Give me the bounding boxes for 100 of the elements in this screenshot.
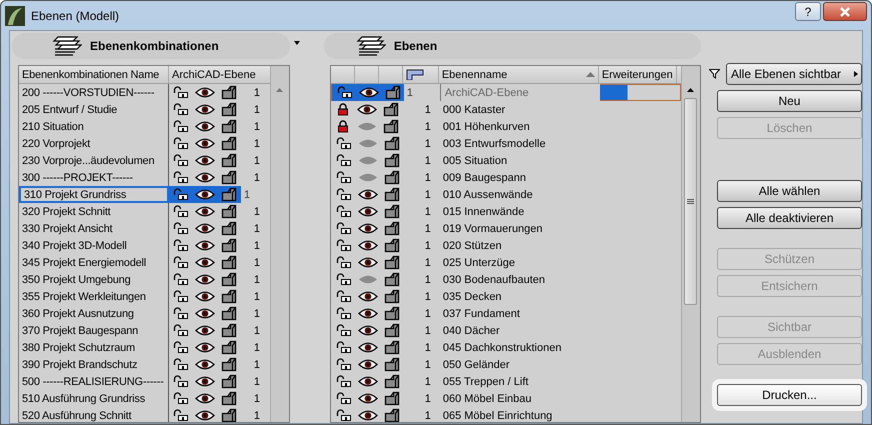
- eye-icon[interactable]: [195, 376, 215, 387]
- eye-icon[interactable]: [195, 308, 215, 319]
- layer-row[interactable]: 1 010 Aussenwände: [330, 186, 681, 203]
- open-padlock-icon[interactable]: [173, 154, 189, 167]
- eye-icon[interactable]: [358, 376, 378, 387]
- eye-icon[interactable]: [195, 172, 215, 183]
- help-button[interactable]: ?: [795, 2, 821, 21]
- layer-box-icon[interactable]: [383, 102, 400, 117]
- layer-row[interactable]: 1 003 Entwurfsmodelle: [330, 135, 681, 152]
- eye-icon[interactable]: [195, 121, 215, 132]
- eye-icon[interactable]: [358, 240, 378, 251]
- layer-box-icon[interactable]: [221, 119, 237, 134]
- open-padlock-icon[interactable]: [336, 341, 352, 354]
- layer-box-icon[interactable]: [221, 204, 237, 219]
- open-padlock-icon[interactable]: [173, 307, 189, 320]
- open-padlock-icon[interactable]: [336, 375, 352, 388]
- eye-icon[interactable]: [195, 393, 215, 404]
- layer-box-icon[interactable]: [384, 391, 400, 406]
- layer-box-icon[interactable]: [384, 204, 400, 219]
- eye-icon[interactable]: [195, 223, 215, 234]
- eye-icon[interactable]: [195, 342, 215, 353]
- open-padlock-icon[interactable]: [173, 120, 189, 133]
- open-padlock-icon[interactable]: [336, 222, 352, 235]
- combination-row[interactable]: 220 Vorprojekt 1: [19, 135, 270, 152]
- layer-box-icon[interactable]: [384, 238, 400, 253]
- layer-box-icon[interactable]: [383, 119, 400, 134]
- layer-row[interactable]: 1 009 Baugespann: [330, 169, 681, 186]
- layer-row[interactable]: 1 065 Möbel Einrichtung: [330, 407, 681, 422]
- layer-row[interactable]: 1 ArchiCAD-Ebene: [330, 84, 681, 101]
- combination-row[interactable]: 360 Projekt Ausnutzung 1: [19, 305, 270, 322]
- open-padlock-icon[interactable]: [173, 358, 189, 371]
- open-padlock-icon[interactable]: [336, 239, 352, 252]
- layer-row[interactable]: 1 025 Unterzüge: [330, 254, 681, 271]
- eye-icon[interactable]: [356, 104, 377, 115]
- column-header[interactable]: Erweiterungen: [598, 66, 677, 83]
- eye-icon[interactable]: [358, 325, 378, 336]
- layer-box-icon[interactable]: [384, 187, 400, 202]
- open-padlock-icon[interactable]: [173, 341, 189, 354]
- action-button[interactable]: Neu: [716, 90, 862, 112]
- combination-row[interactable]: 350 Projekt Umgebung 1: [19, 271, 270, 288]
- open-padlock-icon[interactable]: [173, 103, 189, 116]
- layer-box-icon[interactable]: [221, 340, 237, 355]
- open-padlock-icon[interactable]: [173, 273, 189, 286]
- eye-icon[interactable]: [358, 359, 378, 370]
- scroll-up-icon[interactable]: [687, 88, 694, 92]
- combination-row[interactable]: 230 Vorproje...äudevolumen 1: [19, 152, 270, 169]
- eye-icon[interactable]: [358, 87, 379, 98]
- eye-icon[interactable]: [358, 223, 378, 234]
- layer-box-icon[interactable]: [221, 357, 237, 372]
- open-padlock-icon[interactable]: [173, 409, 189, 422]
- eye-icon[interactable]: [195, 155, 215, 166]
- layer-box-icon[interactable]: [221, 323, 237, 338]
- open-padlock-icon[interactable]: [173, 239, 189, 252]
- action-button[interactable]: Alle wählen: [716, 180, 862, 202]
- combination-row[interactable]: 390 Projekt Brandschutz 1: [19, 356, 270, 373]
- open-padlock-icon[interactable]: [336, 273, 352, 286]
- open-padlock-icon[interactable]: [336, 307, 352, 320]
- filter-dropdown[interactable]: Alle Ebenen sichtbar: [726, 63, 862, 85]
- open-padlock-icon[interactable]: [173, 86, 189, 99]
- layer-box-icon[interactable]: [221, 170, 237, 185]
- layer-box-icon[interactable]: [221, 221, 237, 236]
- layer-box-icon[interactable]: [384, 272, 400, 287]
- layer-box-icon[interactable]: [221, 272, 237, 287]
- open-padlock-icon[interactable]: [173, 205, 189, 218]
- layer-box-icon[interactable]: [384, 255, 400, 270]
- eye-icon[interactable]: [195, 206, 215, 217]
- layer-box-icon[interactable]: [384, 153, 400, 168]
- layer-row[interactable]: 1 035 Decken: [330, 288, 681, 305]
- combination-row[interactable]: 520 Ausführung Schnitt 1: [19, 407, 270, 422]
- open-padlock-icon[interactable]: [336, 86, 353, 99]
- scrollbar-thumb[interactable]: [684, 98, 698, 305]
- action-button[interactable]: Alle deaktivieren: [716, 207, 862, 229]
- layer-row[interactable]: 1 019 Vormauerungen: [330, 220, 681, 237]
- combination-row[interactable]: 370 Projekt Baugespann 1: [19, 322, 270, 339]
- eye-icon[interactable]: [358, 189, 378, 200]
- layer-row[interactable]: 1 060 Möbel Einbau: [330, 390, 681, 407]
- layer-box-icon[interactable]: [384, 340, 400, 355]
- layer-box-icon[interactable]: [384, 306, 400, 321]
- combination-row[interactable]: 320 Projekt Schnitt 1: [19, 203, 270, 220]
- layer-box-icon[interactable]: [384, 85, 401, 100]
- combination-row[interactable]: 210 Situation 1: [19, 118, 270, 135]
- open-padlock-icon[interactable]: [173, 188, 189, 201]
- open-padlock-icon[interactable]: [173, 290, 189, 303]
- open-padlock-icon[interactable]: [173, 137, 189, 150]
- column-header[interactable]: Ebenenkombinationen Name: [19, 66, 169, 83]
- layer-box-icon[interactable]: [221, 391, 237, 406]
- layer-box-icon[interactable]: [221, 289, 237, 304]
- open-padlock-icon[interactable]: [336, 205, 352, 218]
- eye-icon[interactable]: [195, 291, 215, 302]
- combination-row[interactable]: 345 Projekt Energiemodell 1: [19, 254, 270, 271]
- padlock-icon[interactable]: [336, 103, 350, 116]
- layer-row[interactable]: 1 055 Treppen / Lift: [330, 373, 681, 390]
- layer-row[interactable]: 1 050 Geländer: [330, 356, 681, 373]
- open-padlock-icon[interactable]: [336, 358, 352, 371]
- layer-row[interactable]: 1 000 Kataster: [330, 101, 681, 118]
- layer-box-icon[interactable]: [384, 289, 400, 304]
- combination-row[interactable]: 500 ------REALISIERUNG------ 1: [19, 373, 270, 390]
- layer-box-icon[interactable]: [384, 357, 400, 372]
- layer-box-icon[interactable]: [384, 323, 400, 338]
- layer-row[interactable]: 1 001 Höhenkurven: [330, 118, 681, 135]
